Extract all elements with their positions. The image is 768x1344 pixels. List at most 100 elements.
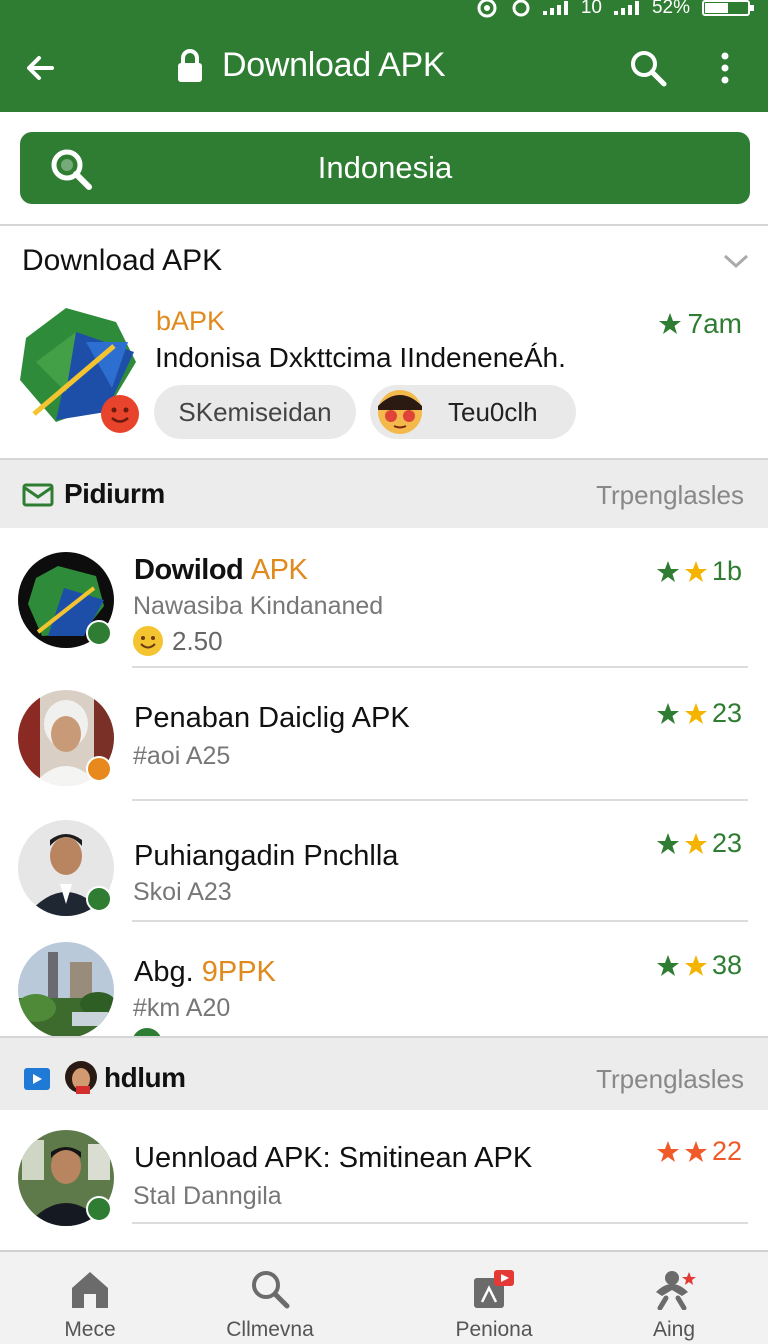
app-name: Penaban Daiclig APK [134, 702, 410, 734]
mail-icon [22, 483, 54, 507]
star-icon [658, 313, 681, 334]
list-item[interactable]: Puhiangadin Pnchlla Skoi A23 23 [0, 802, 768, 922]
search-icon [51, 149, 92, 190]
verified-badge-icon [86, 1196, 112, 1222]
wifi-icon [477, 0, 497, 18]
list-item[interactable]: Uennload APK: Smitinean APK Stal Danngil… [0, 1110, 768, 1234]
section-header: hdlum Trpenglasles [0, 1036, 768, 1110]
rating-value: 1b [711, 556, 742, 586]
search-icon[interactable] [628, 48, 668, 88]
nav-item-search[interactable]: Cllmevna [180, 1252, 360, 1344]
featured-rating-value: 7am [687, 308, 742, 339]
sync-icon [512, 0, 530, 17]
app-name-main: Abg. [134, 956, 194, 988]
app-name-accent: APK [250, 554, 308, 586]
app-subtitle: Skoi A23 [133, 878, 232, 906]
app-rating: 22 [656, 1136, 742, 1167]
tag-chip[interactable]: SKemiseidan [154, 385, 356, 439]
featured-header: Download APK [22, 244, 223, 277]
list-item[interactable]: Penaban Daiclig APK #aoi A25 23 [0, 668, 768, 802]
home-icon [72, 1272, 108, 1308]
chip-label: SKemiseidan [178, 396, 332, 427]
lock-icon [178, 48, 202, 82]
search-field[interactable]: Indonesia [20, 132, 750, 204]
chevron-down-icon[interactable] [722, 252, 750, 270]
rating-value: 23 [711, 828, 742, 858]
avatar [65, 1061, 97, 1094]
battery-label: 52% [651, 0, 690, 18]
divider [0, 224, 768, 226]
featured-description: Indonisa Dxkttcima IIndeneneÁh. [155, 342, 566, 373]
app-subtitle: Nawasiba Kindananed [133, 592, 384, 620]
app-name-main: Dowilod [134, 554, 244, 586]
app-screen: 10 52% Download APK Indonesia Download A… [0, 0, 768, 1344]
search-icon [252, 1271, 290, 1309]
avatar [18, 942, 114, 1036]
app-name: Dowilod APK [134, 554, 308, 587]
app-rating: 23 [656, 698, 742, 729]
battery-icon [702, 0, 754, 16]
star-icon [656, 954, 679, 976]
app-rating: 23 [656, 828, 742, 859]
app-name: Puhiangadin Pnchlla [134, 840, 399, 872]
top-app-bar: 10 52% Download APK [0, 0, 768, 112]
star-icon [684, 702, 707, 724]
chip-label: Teu0clh [448, 396, 538, 427]
star-icon [684, 954, 707, 976]
star-icon [656, 832, 679, 854]
nav-item-video[interactable]: Peniona [404, 1252, 584, 1344]
star-icon [684, 560, 707, 582]
star-icon [684, 832, 707, 854]
nav-item-home[interactable]: Mece [0, 1252, 180, 1344]
app-score: 2.50 [172, 626, 223, 656]
section-header: Pidiurm Trpenglasles [0, 458, 768, 528]
app-name: Uennload APK: Smitinean APK [134, 1142, 533, 1174]
section-see-all-link[interactable]: Trpenglasles [596, 480, 744, 511]
section-see-all-link[interactable]: Trpenglasles [596, 1064, 744, 1095]
star-icon [684, 1140, 707, 1162]
nav-label: Mece [64, 1318, 116, 1341]
app-rating: 1b [656, 556, 742, 587]
verified-badge-icon [86, 886, 112, 912]
app-name: Abg. 9PPK [134, 956, 276, 989]
star-icon [656, 1140, 679, 1162]
emoji-face-icon [378, 390, 422, 434]
app-subtitle: #km A20 [133, 994, 231, 1022]
nav-label: Cllmevna [226, 1318, 314, 1341]
nav-item-profile[interactable]: Aing [584, 1252, 764, 1344]
bottom-navigation: Mece Cllmevna Peniona Aing [0, 1250, 768, 1344]
divider [132, 799, 748, 801]
rating-value: 23 [711, 698, 742, 728]
nav-label: Peniona [455, 1318, 533, 1341]
play-store-icon [24, 1068, 50, 1090]
app-subtitle: Stal Danngila [133, 1182, 282, 1210]
network-label: 10 [580, 0, 602, 18]
list-item[interactable]: Abg. 9PPK #km A20 38 [0, 922, 768, 1036]
app-bar-row: Download APK [0, 22, 768, 112]
app-title-group: Download APK [176, 46, 446, 85]
tag-chip[interactable]: Teu0clh [370, 385, 576, 439]
signal-icon [613, 1, 640, 15]
section-title: Pidiurm [64, 478, 165, 509]
featured-rating: 7am [658, 308, 742, 340]
profile-icon [656, 1271, 696, 1310]
back-arrow-icon[interactable] [22, 50, 58, 86]
search-value: Indonesia [317, 150, 453, 185]
apk-logo-icon [20, 308, 139, 433]
nav-label: Aing [652, 1318, 696, 1341]
status-bar: 10 52% [475, 0, 754, 20]
more-vert-icon[interactable] [712, 48, 738, 88]
video-icon [474, 1270, 514, 1308]
divider [132, 1222, 748, 1224]
rating-value: 38 [711, 950, 742, 980]
app-subtitle: #aoi A25 [133, 742, 231, 770]
star-icon [656, 702, 679, 724]
list-item[interactable]: Dowilod APK Nawasiba Kindananed 2.50 1b [0, 528, 768, 668]
star-icon [656, 560, 679, 582]
verified-badge-icon [130, 1026, 164, 1036]
verified-badge-icon [86, 756, 112, 782]
app-name-accent: 9PPK [201, 956, 276, 988]
signal-icon [542, 1, 569, 15]
app-rating: 38 [656, 950, 742, 981]
featured-app-name: bAPK [156, 306, 226, 336]
